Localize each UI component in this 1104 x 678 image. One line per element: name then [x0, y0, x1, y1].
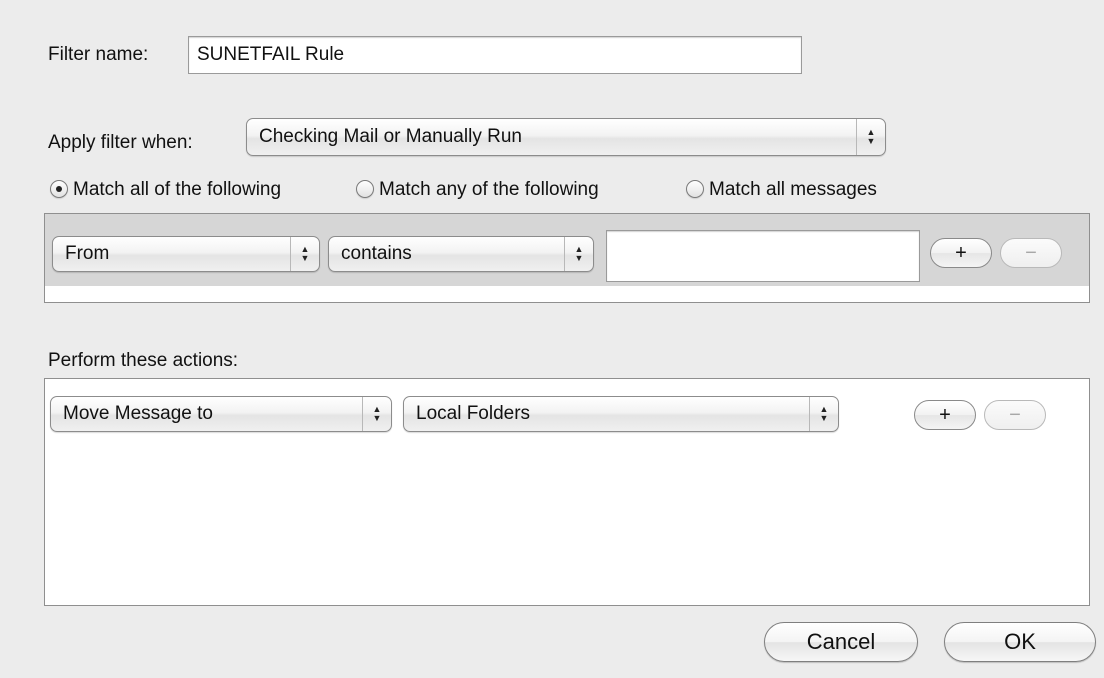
action-type-value: Move Message to	[63, 403, 213, 424]
rule-operator-value: contains	[341, 243, 412, 264]
popup-arrows-icon: ▲ ▼	[564, 237, 593, 271]
add-action-button[interactable]: +	[914, 400, 976, 430]
match-all-following-radio[interactable]	[50, 180, 68, 198]
match-any-following-label: Match any of the following	[379, 179, 599, 200]
cancel-button[interactable]: Cancel	[764, 622, 918, 662]
filter-name-label: Filter name:	[48, 44, 149, 65]
action-target-select[interactable]: Local Folders ▲ ▼	[403, 396, 839, 432]
perform-actions-label: Perform these actions:	[48, 350, 239, 371]
popup-arrows-icon: ▲ ▼	[290, 237, 319, 271]
remove-action-button[interactable]: −	[984, 400, 1046, 430]
apply-filter-value: Checking Mail or Manually Run	[259, 126, 522, 147]
ok-button[interactable]: OK	[944, 622, 1096, 662]
rule-field-select[interactable]: From ▲ ▼	[52, 236, 320, 272]
popup-arrows-icon: ▲ ▼	[809, 397, 838, 431]
match-all-messages-label: Match all messages	[709, 179, 877, 200]
action-type-select[interactable]: Move Message to ▲ ▼	[50, 396, 392, 432]
filter-name-input[interactable]: SUNETFAIL Rule	[188, 36, 802, 74]
add-rule-button[interactable]: +	[930, 238, 992, 268]
match-all-following-label: Match all of the following	[73, 179, 282, 200]
popup-arrows-icon: ▲ ▼	[856, 119, 885, 155]
match-any-following-radio[interactable]	[356, 180, 374, 198]
action-target-value: Local Folders	[416, 403, 531, 424]
rule-field-value: From	[65, 243, 110, 264]
apply-filter-label: Apply filter when:	[48, 132, 193, 153]
popup-arrows-icon: ▲ ▼	[362, 397, 391, 431]
rule-value-input[interactable]	[606, 230, 920, 282]
remove-rule-button[interactable]: −	[1000, 238, 1062, 268]
apply-filter-select[interactable]: Checking Mail or Manually Run ▲ ▼	[246, 118, 886, 156]
rule-operator-select[interactable]: contains ▲ ▼	[328, 236, 594, 272]
match-all-messages-radio[interactable]	[686, 180, 704, 198]
